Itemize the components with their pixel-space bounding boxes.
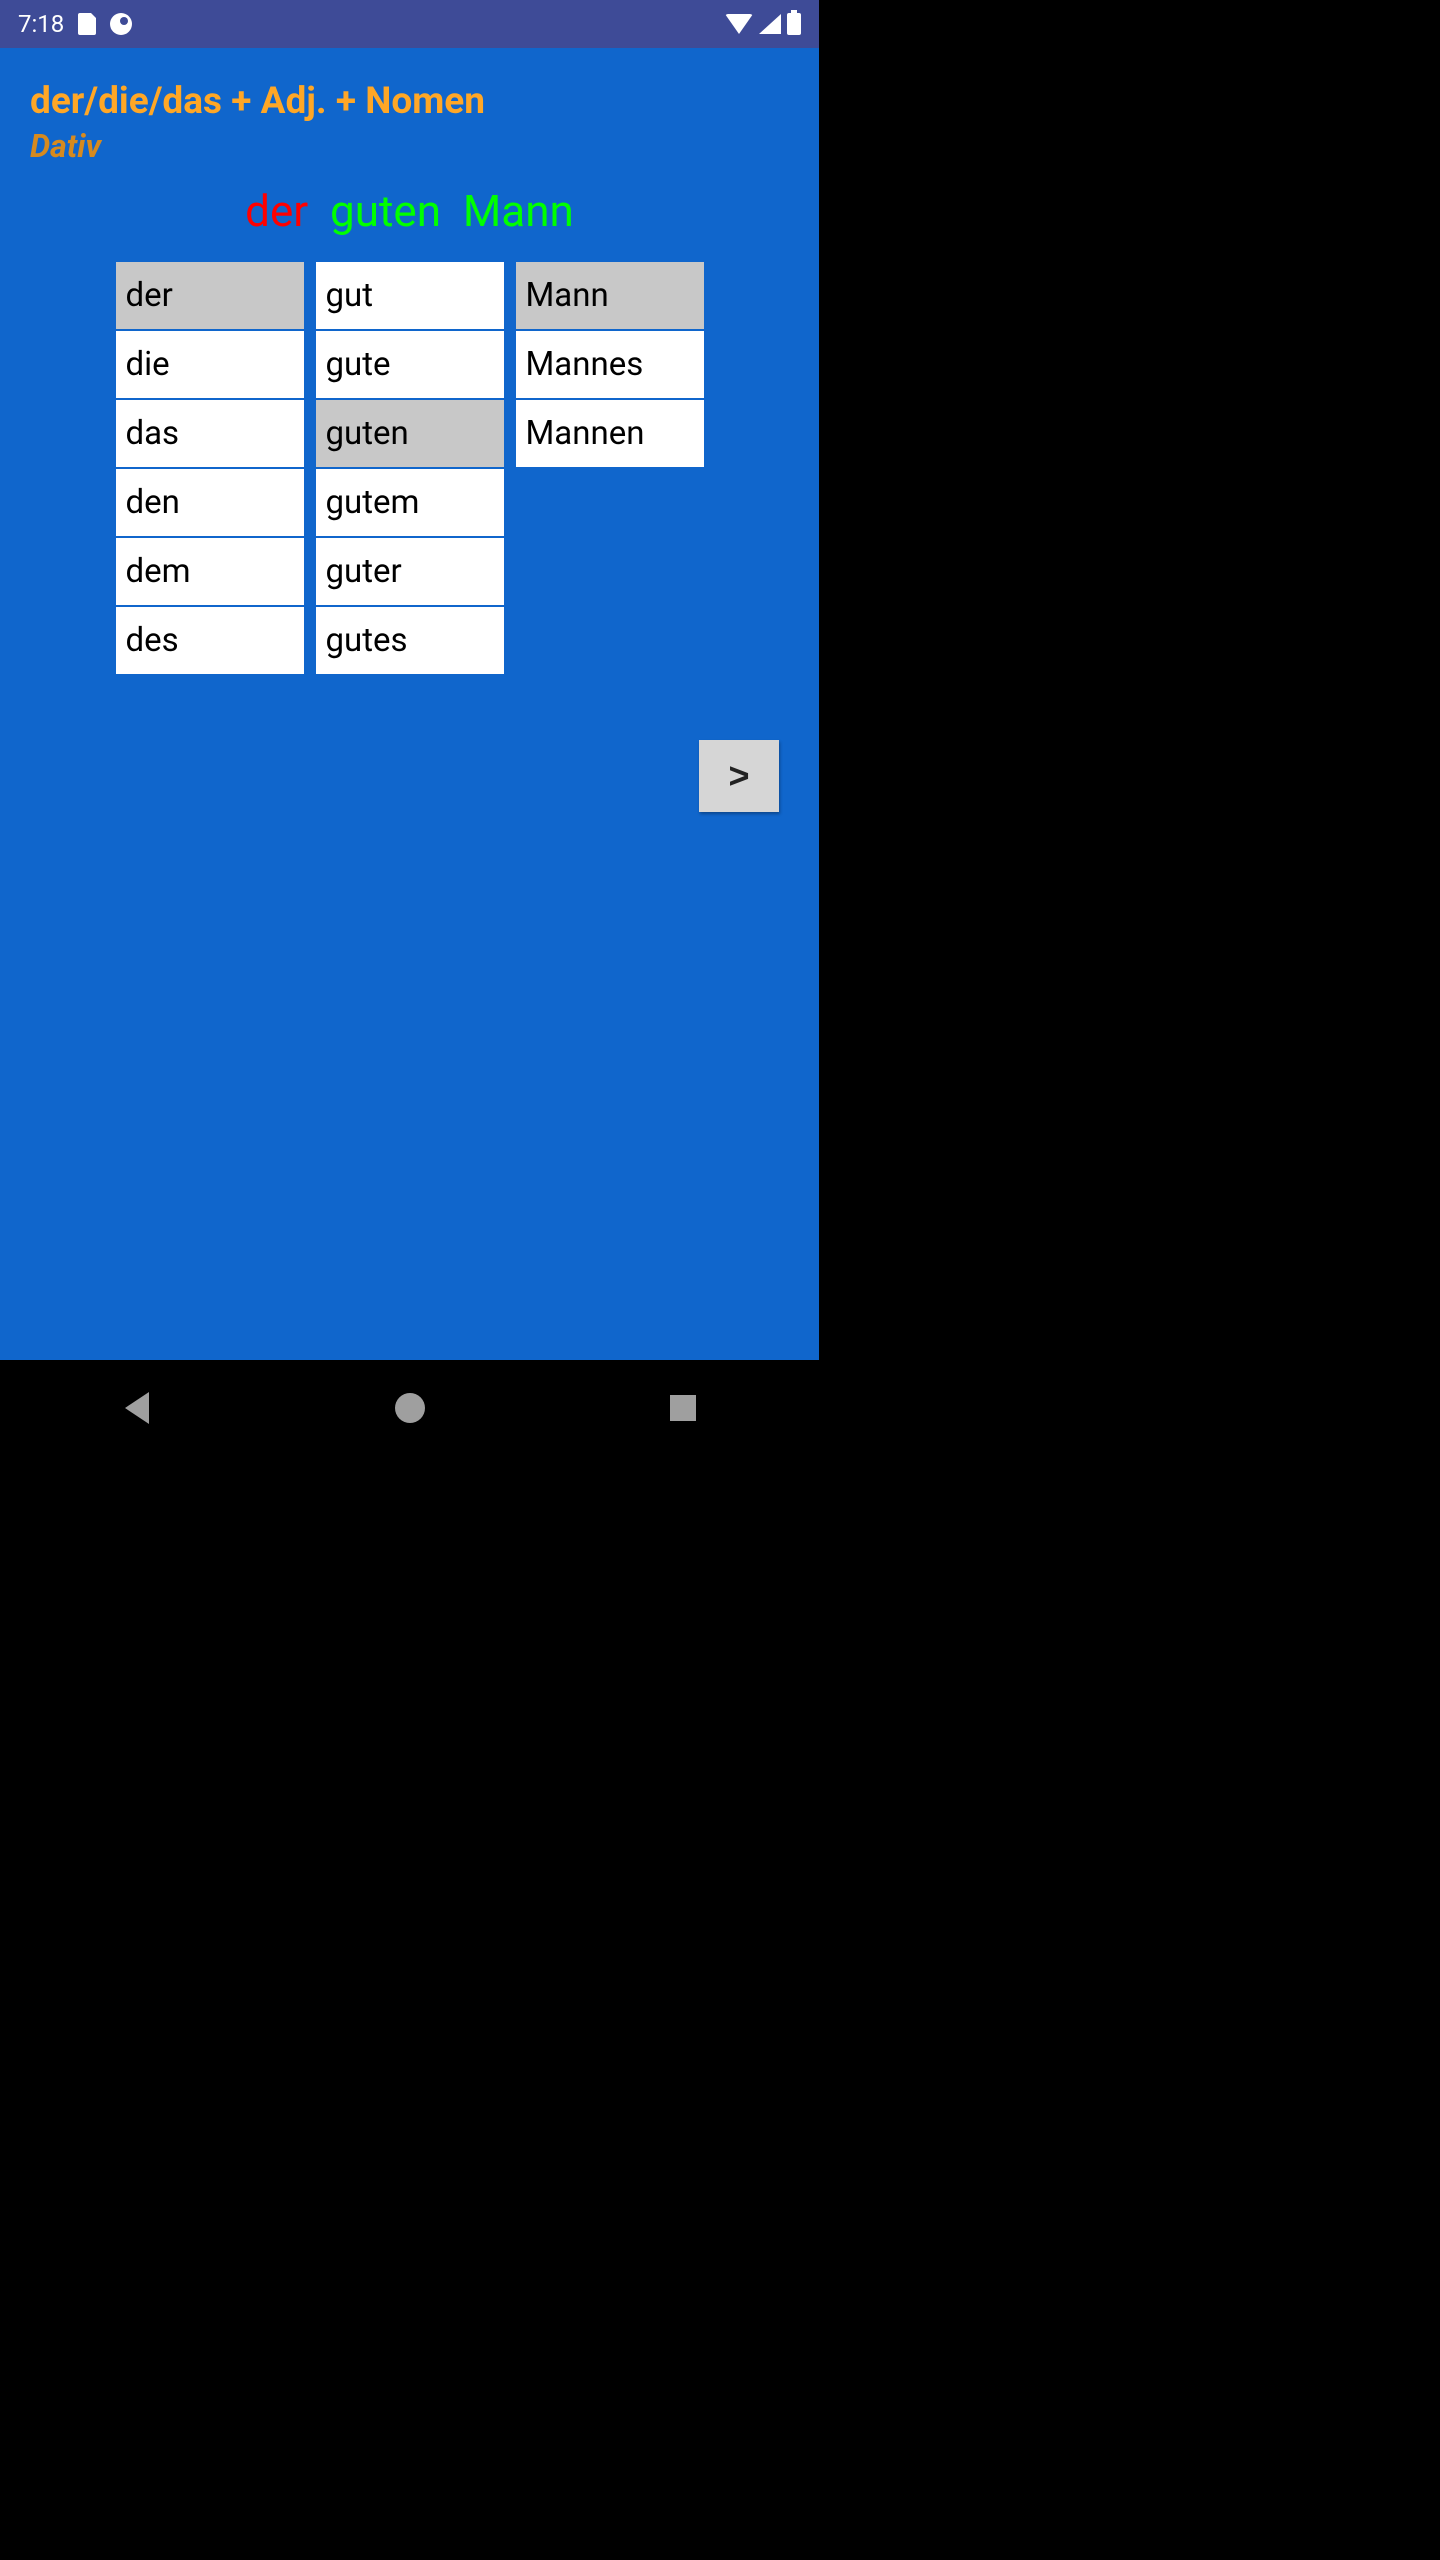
adjective-column: gutgutegutengutemgutergutes [315,261,505,675]
adjective-option[interactable]: gutem [315,468,505,537]
answer-article: der [245,185,308,237]
page-title: der/die/das + Adj. + Nomen [30,80,789,123]
article-option[interactable]: den [115,468,305,537]
adjective-option[interactable]: gutes [315,606,505,675]
adjective-option[interactable]: gut [315,261,505,330]
status-right [725,13,801,35]
article-column: derdiedasdendemdes [115,261,305,675]
main-content: der/die/das + Adj. + Nomen Dativ der gut… [0,48,819,1360]
sd-card-icon [78,13,96,35]
answer-display: der guten Mann [30,185,789,237]
status-bar: 7:18 [0,0,819,48]
recent-icon [670,1395,696,1421]
nav-home-button[interactable] [392,1390,428,1426]
noun-option[interactable]: Mannen [515,399,705,468]
noun-option[interactable]: Mann [515,261,705,330]
status-time: 7:18 [18,10,64,38]
article-option[interactable]: des [115,606,305,675]
article-option[interactable]: der [115,261,305,330]
article-option[interactable]: das [115,399,305,468]
adjective-option[interactable]: guter [315,537,505,606]
article-option[interactable]: die [115,330,305,399]
options-grid: derdiedasdendemdes gutgutegutengutemgute… [30,261,789,675]
signal-icon [759,14,781,34]
page-subtitle: Dativ [30,127,789,165]
answer-noun: Mann [463,185,574,237]
answer-adjective: guten [330,185,441,237]
noun-option[interactable]: Mannes [515,330,705,399]
app-status-icon [110,13,132,35]
next-button[interactable]: > [699,740,779,812]
navigation-bar [0,1360,819,1456]
adjective-option[interactable]: gute [315,330,505,399]
status-left: 7:18 [18,10,132,38]
back-icon [125,1392,149,1424]
wifi-icon [725,14,753,34]
battery-icon [787,13,801,35]
nav-recent-button[interactable] [665,1390,701,1426]
home-icon [395,1393,425,1423]
adjective-option[interactable]: guten [315,399,505,468]
article-option[interactable]: dem [115,537,305,606]
nav-back-button[interactable] [119,1390,155,1426]
noun-column: MannMannesMannen [515,261,705,675]
